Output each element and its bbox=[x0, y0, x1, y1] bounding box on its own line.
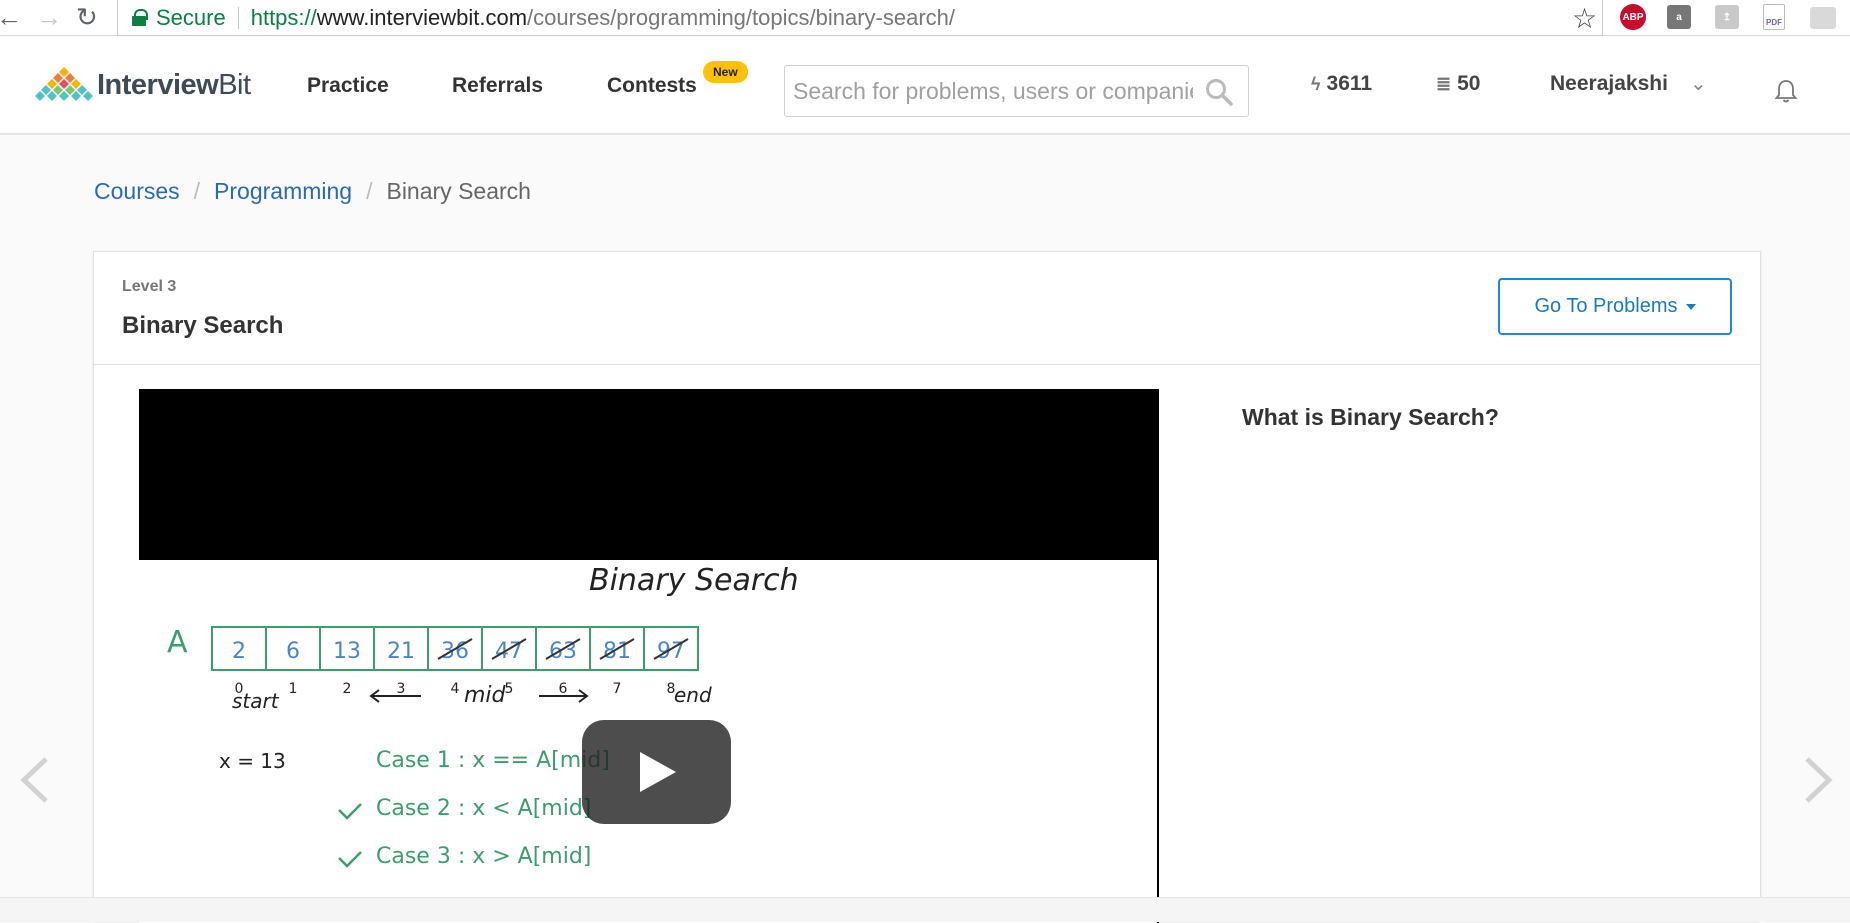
go-to-problems-label: Go To Problems bbox=[1534, 295, 1678, 317]
start-label: start bbox=[232, 689, 280, 713]
board-title: Binary Search bbox=[589, 563, 799, 598]
address-bar[interactable]: Secure https:// www.interviewbit.com /co… bbox=[117, 0, 1603, 36]
logo-text: InterviewBit bbox=[97, 69, 251, 102]
array-cell-value: 21 bbox=[387, 639, 415, 664]
previous-topic-arrow-icon[interactable] bbox=[16, 753, 56, 807]
logo-text-bit: Bit bbox=[218, 68, 251, 101]
lock-icon bbox=[132, 8, 148, 26]
case-2-label: Case 2 : x < A[mid] bbox=[376, 796, 591, 821]
next-topic-arrow-icon[interactable] bbox=[1797, 753, 1837, 807]
array-name: A bbox=[167, 625, 188, 660]
nav-contests[interactable]: Contests bbox=[607, 74, 697, 98]
breadcrumb: Courses / Programming / Binary Search bbox=[94, 178, 531, 205]
nav-referrals[interactable]: Referrals bbox=[452, 74, 543, 98]
logo-diamond-icon bbox=[35, 67, 93, 101]
bookmark-star-icon[interactable]: ☆ bbox=[1572, 2, 1597, 35]
nav-practice[interactable]: Practice bbox=[307, 74, 389, 98]
coins-stat: ≣ 50 bbox=[1436, 72, 1480, 96]
address-divider bbox=[237, 6, 239, 29]
play-button[interactable] bbox=[582, 720, 731, 824]
array-index: 1 bbox=[289, 681, 298, 697]
extension-icon[interactable] bbox=[1810, 7, 1836, 29]
pdf-extension-icon[interactable]: PDF bbox=[1763, 4, 1785, 30]
breadcrumb-programming[interactable]: Programming bbox=[214, 178, 352, 205]
topic-question: What is Binary Search? bbox=[1242, 404, 1499, 430]
array-index: 7 bbox=[613, 681, 622, 697]
lightning-icon: ϟ bbox=[1311, 73, 1321, 94]
array-cell-value: 6 bbox=[286, 639, 300, 664]
go-to-problems-button[interactable]: Go To Problems bbox=[1498, 278, 1732, 335]
array-index: 2 bbox=[343, 681, 352, 697]
breadcrumb-current: Binary Search bbox=[386, 178, 531, 204]
level-label: Level 3 bbox=[122, 278, 177, 295]
adblock-extension-icon[interactable]: ABP bbox=[1620, 4, 1646, 30]
shopping-extension-icon[interactable]: a bbox=[1667, 5, 1691, 29]
points-stat: ϟ 3611 bbox=[1311, 72, 1372, 96]
site-header: InterviewBit Practice Referrals Contests… bbox=[0, 37, 1850, 135]
logo-text-main: Interview bbox=[97, 68, 219, 101]
url-protocol: https:// bbox=[250, 4, 317, 30]
topic-title: Binary Search bbox=[122, 312, 284, 339]
video-letterbox bbox=[139, 389, 1159, 560]
search-input[interactable] bbox=[793, 77, 1193, 105]
mid-label: mid bbox=[464, 683, 507, 708]
array-cells: 2 6 13 21 36 47 63 81 97 bbox=[211, 626, 699, 671]
search-box[interactable] bbox=[784, 65, 1249, 117]
back-arrow-icon[interactable]: ← bbox=[0, 4, 22, 30]
case-3-check-icon bbox=[338, 851, 362, 868]
topic-card-header: Level 3 Binary Search Go To Problems bbox=[94, 252, 1760, 365]
breadcrumb-separator: / bbox=[366, 178, 373, 204]
video-player[interactable]: Binary Search A 2 6 13 21 36 47 63 81 97 0123456… bbox=[139, 389, 1159, 923]
forward-arrow-icon[interactable]: → bbox=[36, 4, 62, 30]
case-1-label: Case 1 : x == A[mid] bbox=[376, 748, 610, 773]
caret-down-icon bbox=[1685, 303, 1696, 310]
url-host: www.interviewbit.com bbox=[316, 4, 528, 30]
case-2-check-icon bbox=[338, 803, 362, 820]
array-index: 6 bbox=[559, 681, 568, 697]
upload-extension-icon[interactable]: ↥ bbox=[1715, 5, 1739, 29]
coins-value: 50 bbox=[1457, 72, 1481, 95]
notification-bell-icon[interactable] bbox=[1774, 78, 1798, 104]
new-badge: New bbox=[703, 61, 748, 83]
points-value: 3611 bbox=[1326, 72, 1373, 95]
breadcrumb-separator: / bbox=[193, 178, 201, 204]
array-index: 5 bbox=[505, 681, 514, 697]
coins-icon: ≣ bbox=[1436, 73, 1452, 94]
chevron-down-icon[interactable]: ⌄ bbox=[1690, 71, 1707, 96]
play-icon bbox=[640, 752, 676, 792]
user-menu[interactable]: Neerajakshi bbox=[1550, 72, 1668, 96]
array-index: 3 bbox=[397, 681, 406, 697]
array-cell-value: 2 bbox=[232, 639, 246, 664]
breadcrumb-courses[interactable]: Courses bbox=[94, 178, 180, 205]
search-icon[interactable] bbox=[1204, 77, 1234, 107]
url-path: /courses/programming/topics/binary-searc… bbox=[527, 4, 955, 30]
array-cell-value: 13 bbox=[333, 639, 361, 664]
bottom-bar bbox=[0, 897, 1850, 922]
end-label: end bbox=[674, 683, 712, 707]
reload-icon[interactable]: ↻ bbox=[76, 4, 98, 30]
case-3-label: Case 3 : x > A[mid] bbox=[376, 844, 591, 869]
interviewbit-logo[interactable]: InterviewBit bbox=[35, 67, 251, 103]
browser-toolbar: ← → ↻ Secure https:// www.interviewbit.c… bbox=[0, 0, 1850, 36]
array-index: 4 bbox=[451, 681, 460, 697]
x-equals-label: x = 13 bbox=[219, 749, 286, 773]
topic-card: Level 3 Binary Search Go To Problems Bin… bbox=[93, 251, 1761, 923]
secure-label: Secure bbox=[156, 4, 226, 30]
array-indices: 012345678 bbox=[235, 681, 676, 697]
